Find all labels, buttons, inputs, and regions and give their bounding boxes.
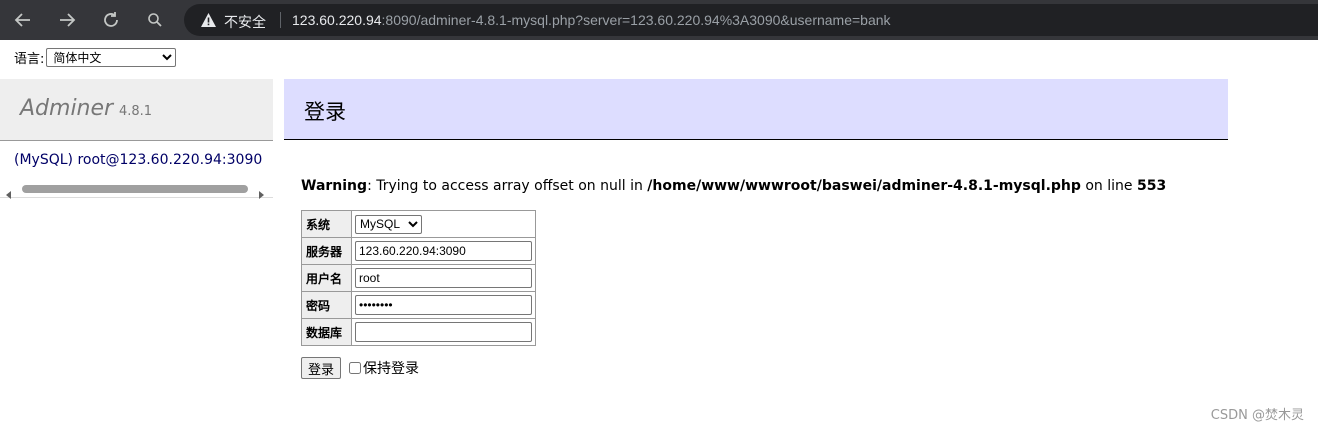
database-input[interactable] bbox=[355, 322, 532, 342]
warning-text: : Trying to access array offset on null … bbox=[367, 178, 648, 194]
language-label: 语言: bbox=[14, 52, 45, 67]
scrollbar-thumb[interactable] bbox=[22, 185, 248, 193]
reload-icon[interactable] bbox=[96, 5, 126, 35]
remember-login[interactable]: 保持登录 bbox=[349, 358, 419, 378]
back-icon[interactable] bbox=[8, 5, 38, 35]
server-input[interactable] bbox=[355, 241, 532, 261]
security-status[interactable]: 不安全 bbox=[224, 12, 266, 32]
address-bar[interactable]: 不安全 123.60.220.94:8090/adminer-4.8.1-mys… bbox=[184, 4, 1318, 36]
connection-link[interactable]: (MySQL) root@123.60.220.94:3090 bbox=[14, 152, 273, 168]
database-cell bbox=[351, 318, 536, 346]
page-title: 登录 bbox=[304, 100, 346, 124]
login-button[interactable]: 登录 bbox=[301, 357, 342, 379]
warning-online: on line bbox=[1080, 178, 1137, 194]
url-text[interactable]: 123.60.220.94:8090/adminer-4.8.1-mysql.p… bbox=[292, 12, 891, 28]
url-host: 123.60.220.94 bbox=[292, 12, 382, 28]
language-select[interactable]: 简体中文 bbox=[46, 48, 177, 67]
form-row-username: 用户名 bbox=[301, 264, 536, 292]
warning-message: Warning: Trying to access array offset o… bbox=[301, 178, 1166, 194]
content-header: 登录 bbox=[284, 79, 1228, 140]
username-input[interactable] bbox=[355, 268, 532, 288]
watermark: CSDN @焚木灵 bbox=[1210, 408, 1304, 423]
username-cell bbox=[351, 264, 536, 292]
browser-toolbar: 不安全 123.60.220.94:8090/adminer-4.8.1-mys… bbox=[0, 0, 1318, 40]
forward-icon[interactable] bbox=[52, 5, 82, 35]
scroll-right-icon[interactable] bbox=[258, 184, 264, 203]
form-row-system: 系统 MySQL bbox=[301, 210, 536, 238]
search-icon[interactable] bbox=[140, 5, 170, 35]
server-label: 服务器 bbox=[301, 237, 352, 265]
submit-row: 登录 保持登录 bbox=[301, 357, 419, 379]
horizontal-scrollbar[interactable] bbox=[0, 180, 273, 199]
menu-header: Adminer 4.8.1 bbox=[0, 79, 273, 141]
username-label: 用户名 bbox=[301, 264, 352, 292]
warning-path: /home/www/wwwroot/baswei/adminer-4.8.1-m… bbox=[647, 178, 1081, 194]
warning-line: 553 bbox=[1136, 178, 1167, 194]
form-row-database: 数据库 bbox=[301, 318, 536, 346]
system-cell: MySQL bbox=[351, 210, 536, 238]
warning-icon[interactable] bbox=[200, 12, 217, 31]
warning-label: Warning bbox=[301, 178, 368, 194]
system-select[interactable]: MySQL bbox=[355, 214, 422, 234]
database-label: 数据库 bbox=[301, 318, 352, 346]
system-label: 系统 bbox=[301, 210, 352, 238]
scroll-left-icon[interactable] bbox=[6, 184, 12, 203]
server-cell bbox=[351, 237, 536, 265]
remember-checkbox[interactable] bbox=[349, 362, 362, 374]
separator bbox=[280, 12, 281, 28]
adminer-version[interactable]: 4.8.1 bbox=[119, 104, 152, 119]
password-label: 密码 bbox=[301, 291, 352, 319]
url-path: :8090/adminer-4.8.1-mysql.php?server=123… bbox=[381, 12, 891, 28]
form-row-server: 服务器 bbox=[301, 237, 536, 265]
remember-label[interactable]: 保持登录 bbox=[363, 358, 419, 378]
form-row-password: 密码 bbox=[301, 291, 536, 319]
login-form: 系统 MySQL 服务器 用户名 密码 数据库 bbox=[301, 210, 536, 346]
password-cell bbox=[351, 291, 536, 319]
adminer-logo[interactable]: Adminer bbox=[20, 96, 113, 121]
language-selector: 语言: 简体中文 bbox=[14, 48, 177, 67]
password-input[interactable] bbox=[355, 295, 532, 315]
